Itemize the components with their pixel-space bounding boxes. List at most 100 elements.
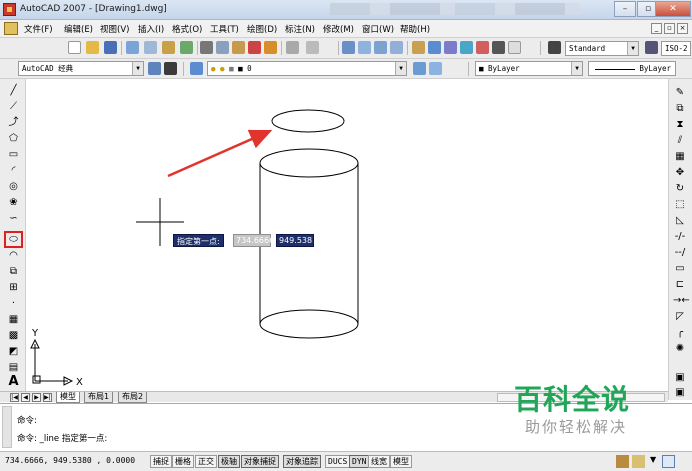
- match-properties-icon[interactable]: [248, 41, 261, 54]
- erase-icon[interactable]: ✎: [673, 86, 687, 99]
- rotate-icon[interactable]: ↻: [673, 182, 687, 195]
- osnap-toggle[interactable]: 对象捕捉: [241, 455, 279, 468]
- trim-icon[interactable]: -/-: [673, 230, 687, 243]
- menu-draw[interactable]: 绘图(D): [247, 23, 277, 35]
- coordinate-readout[interactable]: 734.6666, 949.5380 , 0.0000: [5, 456, 135, 465]
- 3d-dwf-icon[interactable]: [180, 41, 193, 54]
- color-combo[interactable]: ■ ByLayer ▼: [475, 61, 583, 76]
- text-style-icon[interactable]: [548, 41, 561, 54]
- doc-minimize-button[interactable]: _: [651, 23, 662, 34]
- dynamic-input-y-field[interactable]: 949.538: [276, 234, 314, 247]
- help-icon[interactable]: [508, 41, 521, 54]
- clean-screen-icon[interactable]: [662, 455, 675, 468]
- menu-edit[interactable]: 编辑(E): [64, 23, 93, 35]
- document-icon[interactable]: [4, 22, 18, 35]
- next-tab-icon[interactable]: ▶: [32, 393, 41, 402]
- redo-icon[interactable]: [306, 41, 319, 54]
- line-icon[interactable]: ╱: [7, 84, 20, 97]
- point-icon[interactable]: ·: [7, 297, 20, 310]
- layer-manager-icon[interactable]: [190, 62, 203, 75]
- cylinder-bottom-ellipse[interactable]: [259, 309, 359, 339]
- tool-palettes-icon[interactable]: [444, 41, 457, 54]
- grid-toggle[interactable]: 栅格: [172, 455, 194, 468]
- scroll-up-icon[interactable]: ▣: [673, 371, 687, 384]
- zoom-window-icon[interactable]: [374, 41, 387, 54]
- hatch-icon[interactable]: ▦: [7, 313, 20, 326]
- menu-dimension[interactable]: 标注(N): [285, 23, 315, 35]
- break-icon[interactable]: ⊏: [673, 278, 687, 291]
- gradient-icon[interactable]: ▩: [7, 329, 20, 342]
- new-icon[interactable]: [68, 41, 81, 54]
- chamfer-icon[interactable]: ◸: [673, 310, 687, 323]
- lineweight-toggle[interactable]: 线宽: [368, 455, 390, 468]
- doc-restore-button[interactable]: ▫: [664, 23, 675, 34]
- linetype-combo[interactable]: ByLayer: [588, 61, 676, 76]
- block-editor-icon[interactable]: [264, 41, 277, 54]
- undo-icon[interactable]: [286, 41, 299, 54]
- ortho-toggle[interactable]: 正交: [195, 455, 217, 468]
- layer-previous-icon[interactable]: [429, 62, 442, 75]
- paste-icon[interactable]: [232, 41, 245, 54]
- tab-layout2[interactable]: 布局2: [118, 392, 148, 403]
- table-icon[interactable]: ▤: [7, 361, 20, 374]
- markup-icon[interactable]: [476, 41, 489, 54]
- menu-file[interactable]: 文件(F): [24, 23, 53, 35]
- explode-icon[interactable]: ✺: [673, 342, 687, 355]
- autocad-app-icon[interactable]: [3, 3, 16, 16]
- scroll-down-icon[interactable]: ▣: [673, 386, 687, 399]
- calculator-icon[interactable]: [492, 41, 505, 54]
- workspace-settings-icon[interactable]: [148, 62, 161, 75]
- small-ellipse[interactable]: [271, 109, 345, 133]
- circle-icon[interactable]: ◎: [7, 180, 20, 193]
- publish-icon[interactable]: [162, 41, 175, 54]
- array-icon[interactable]: ▦: [673, 150, 687, 163]
- copy-object-icon[interactable]: ⧉: [673, 102, 687, 115]
- menu-tools[interactable]: 工具(T): [210, 23, 239, 35]
- offset-icon[interactable]: ⫽: [673, 134, 687, 147]
- dynamic-input-x-field[interactable]: 734.6666: [233, 234, 274, 247]
- join-icon[interactable]: →←: [673, 294, 690, 307]
- break-at-point-icon[interactable]: ▭: [673, 262, 687, 275]
- menu-help[interactable]: 帮助(H): [400, 23, 430, 35]
- menu-format[interactable]: 格式(O): [172, 23, 202, 35]
- extend-icon[interactable]: --/: [673, 246, 687, 259]
- pan-icon[interactable]: [342, 41, 355, 54]
- first-tab-icon[interactable]: |◀: [10, 393, 19, 402]
- stretch-icon[interactable]: ◺: [673, 214, 687, 227]
- construction-line-icon[interactable]: ⟋: [7, 100, 20, 113]
- prev-tab-icon[interactable]: ◀: [21, 393, 30, 402]
- tab-layout1[interactable]: 布局1: [84, 392, 114, 403]
- menu-window[interactable]: 窗口(W): [362, 23, 394, 35]
- ellipse-arc-icon[interactable]: ◠: [7, 249, 20, 262]
- snap-toggle[interactable]: 捕捉: [150, 455, 172, 468]
- multiline-text-icon[interactable]: A: [7, 375, 20, 388]
- communication-center-icon[interactable]: [616, 455, 629, 468]
- polar-toggle[interactable]: 极轴: [218, 455, 240, 468]
- plot-preview-icon[interactable]: [144, 41, 157, 54]
- make-block-icon[interactable]: ⊞: [7, 281, 20, 294]
- command-window-grip[interactable]: [2, 406, 12, 448]
- polygon-icon[interactable]: ⬠: [7, 132, 20, 145]
- region-icon[interactable]: ◩: [7, 345, 20, 358]
- rectangle-icon[interactable]: ▭: [7, 148, 20, 161]
- lock-toolbars-icon[interactable]: [632, 455, 645, 468]
- copy-icon[interactable]: [216, 41, 229, 54]
- menu-view[interactable]: 视图(V): [100, 23, 129, 35]
- menu-insert[interactable]: 插入(I): [138, 23, 164, 35]
- zoom-realtime-icon[interactable]: [358, 41, 371, 54]
- otrack-toggle[interactable]: 对象追踪: [283, 455, 321, 468]
- arc-icon[interactable]: ◜: [7, 164, 20, 177]
- layer-properties-icon[interactable]: [164, 62, 177, 75]
- zoom-previous-icon[interactable]: [390, 41, 403, 54]
- close-button[interactable]: ✕: [655, 1, 691, 17]
- mirror-icon[interactable]: ⧗: [673, 118, 687, 131]
- insert-block-icon[interactable]: ⧉: [7, 265, 20, 278]
- text-style-combo[interactable]: Standard ▼: [565, 41, 639, 56]
- dim-style-icon[interactable]: [645, 41, 658, 54]
- dim-style-combo[interactable]: ISO-2: [661, 41, 691, 56]
- last-tab-icon[interactable]: ▶|: [43, 393, 52, 402]
- workspace-combo[interactable]: AutoCAD 经典 ▼: [18, 61, 144, 76]
- dyn-toggle[interactable]: DYN: [349, 455, 370, 468]
- model-toggle[interactable]: 模型: [390, 455, 412, 468]
- layer-combo[interactable]: ● ● ■ ■ 0 ▼: [207, 61, 407, 76]
